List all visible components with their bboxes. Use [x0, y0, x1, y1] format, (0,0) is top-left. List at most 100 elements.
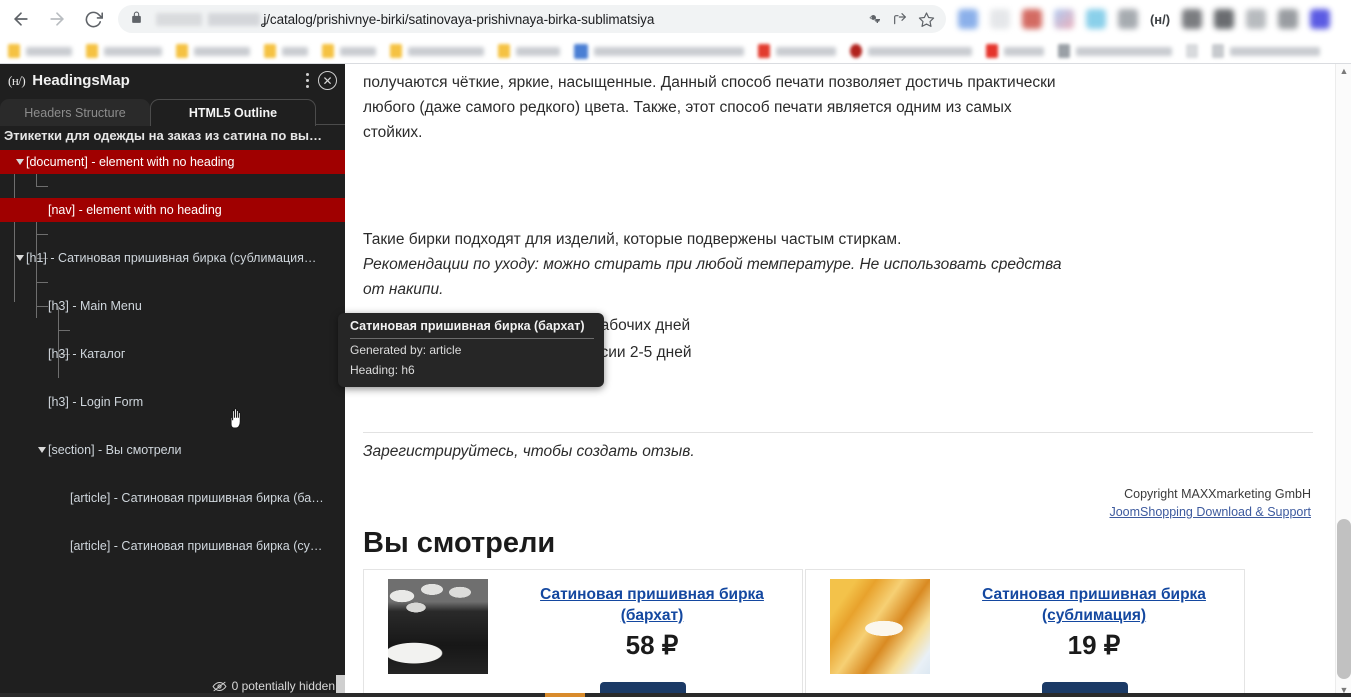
bookmark-item[interactable]: [390, 44, 484, 58]
bookmark-label: [26, 47, 72, 56]
forward-button[interactable]: [42, 4, 72, 34]
bookmark-label: [1004, 47, 1044, 56]
window-bottom-strip: [0, 693, 1351, 697]
bookmark-item[interactable]: [8, 44, 72, 58]
tree-node-label: [article] - Сатиновая пришивная бирка (с…: [70, 539, 322, 553]
reload-button[interactable]: [78, 4, 108, 34]
close-icon[interactable]: ✕: [318, 71, 337, 90]
bookmark-label: [868, 47, 972, 56]
tree-node-label: [h3] - Login Form: [48, 395, 143, 409]
product-image-velvet[interactable]: [388, 579, 488, 674]
bookmark-item[interactable]: [850, 44, 972, 58]
extension-icon-11[interactable]: [1278, 9, 1298, 29]
paragraph-line-2: любого (даже самого редкого) цвета. Такж…: [363, 95, 1012, 120]
paragraph-washing: Такие бирки подходят для изделий, которы…: [363, 227, 901, 252]
tab-headers-structure[interactable]: Headers Structure: [0, 99, 150, 126]
bookmark-label: [776, 47, 836, 56]
extensions-strip: (ʜ/): [952, 6, 1351, 32]
tree-node-nav[interactable]: [nav] - element with no heading: [0, 198, 345, 222]
bookmark-item[interactable]: [1058, 44, 1172, 58]
caret-down-icon[interactable]: [38, 447, 46, 453]
extension-icon-5[interactable]: [1086, 9, 1106, 29]
bookmark-item[interactable]: [264, 44, 308, 58]
bookmark-label: [104, 47, 162, 56]
address-bar[interactable]: ʝ/catalog/prishivnye-birki/satinovaya-pr…: [118, 5, 946, 33]
caret-down-icon[interactable]: [16, 255, 24, 261]
product-title-link[interactable]: Сатиновая пришивная бирка (сублимация): [956, 584, 1232, 626]
bookmark-item[interactable]: [1186, 44, 1198, 58]
bookmark-item[interactable]: [758, 44, 836, 58]
headingsmap-tabs: Headers Structure HTML5 Outline: [0, 97, 345, 126]
back-button[interactable]: [6, 4, 36, 34]
headingsmap-logo-icon: (ʜ/): [8, 73, 25, 89]
tree-node-h3-main-menu[interactable]: [h3] - Main Menu: [0, 294, 345, 318]
bookmark-item[interactable]: [1212, 44, 1320, 58]
product-card[interactable]: Сатиновая пришивная бирка (сублимация) 1…: [805, 569, 1245, 697]
extension-icon-8[interactable]: [1182, 9, 1202, 29]
bookmark-favicon-icon: [86, 44, 98, 58]
scrollbar-thumb[interactable]: [1337, 519, 1351, 679]
back-arrow-icon: [11, 9, 31, 29]
bottom-accent-marker: [545, 693, 585, 697]
browser-chrome: ʝ/catalog/prishivnye-birki/satinovaya-pr…: [0, 0, 1351, 64]
url-domain-redacted: [156, 13, 260, 26]
extension-icon-10[interactable]: [1246, 9, 1266, 29]
extension-icon-1[interactable]: [958, 9, 978, 29]
bookmark-item[interactable]: [986, 44, 1044, 58]
tree-node-h3-katalog[interactable]: [h3] - Каталог: [0, 342, 345, 366]
scrollbar-up-arrow-icon[interactable]: ▲: [1336, 64, 1351, 78]
bookmark-favicon-icon: [322, 44, 334, 58]
extension-icon-3[interactable]: [1022, 9, 1042, 29]
bookmark-label: [194, 47, 250, 56]
bookmark-label: [340, 47, 376, 56]
care-recommendation-line-1: Рекомендации по уходу: можно стирать при…: [363, 252, 1061, 277]
tooltip-heading-level: Heading: h6: [350, 361, 594, 379]
bookmark-label: [1076, 47, 1172, 56]
tree-node-label: [h3] - Main Menu: [48, 299, 142, 313]
product-title-link[interactable]: Сатиновая пришивная бирка (бархат): [514, 584, 790, 626]
tree-node-article-velvet[interactable]: [article] - Сатиновая пришивная бирка (б…: [0, 486, 332, 510]
tree-node-article-sublimation[interactable]: [article] - Сатиновая пришивная бирка (с…: [0, 534, 332, 558]
bookmarks-bar: [0, 38, 1351, 64]
forward-arrow-icon: [47, 9, 67, 29]
bookmark-item[interactable]: [574, 44, 744, 59]
bookmark-label: [408, 47, 484, 56]
bookmark-item[interactable]: [498, 44, 560, 58]
section-divider: [363, 432, 1313, 433]
share-icon[interactable]: [888, 7, 912, 31]
bookmark-label: [1230, 47, 1320, 56]
key-icon[interactable]: [862, 7, 886, 31]
bookmark-item[interactable]: [176, 44, 250, 58]
lock-icon: [130, 11, 146, 27]
tooltip-generated-by: Generated by: article: [350, 341, 594, 359]
headingsmap-menu-icon[interactable]: [300, 71, 314, 91]
extension-icon-9[interactable]: [1214, 9, 1234, 29]
url-path-text: ʝ/catalog/prishivnye-birki/satinovaya-pr…: [261, 12, 860, 27]
product-image-sublimation[interactable]: [830, 579, 930, 674]
product-card[interactable]: Сатиновая пришивная бирка (бархат) 58 ₽ …: [363, 569, 803, 697]
reload-icon: [84, 10, 103, 29]
product-price: 19 ₽: [956, 630, 1232, 661]
joomshopping-link[interactable]: JoomShopping Download & Support: [1109, 505, 1311, 519]
bookmark-item[interactable]: [86, 44, 162, 58]
viewed-products-grid: Сатиновая пришивная бирка (бархат) 58 ₽ …: [363, 569, 1313, 697]
tree-node-document[interactable]: [document] - element with no heading: [0, 150, 345, 174]
extension-icon-12[interactable]: [1310, 9, 1330, 29]
tree-node-h1[interactable]: [h1] - Сатиновая пришивная бирка (сублим…: [0, 246, 345, 270]
tab-html5-outline[interactable]: HTML5 Outline: [150, 99, 316, 126]
browser-toolbar: ʝ/catalog/prishivnye-birki/satinovaya-pr…: [0, 0, 1351, 38]
caret-down-icon[interactable]: [16, 159, 24, 165]
page-scrollbar[interactable]: ▲ ▼: [1335, 64, 1351, 697]
extension-icon-6[interactable]: [1118, 9, 1138, 29]
extension-icon-2[interactable]: [990, 9, 1010, 29]
tree-node-h3-login-form[interactable]: [h3] - Login Form: [0, 390, 345, 414]
bookmark-item[interactable]: [322, 44, 376, 58]
tree-node-section-viewed[interactable]: [section] - Вы смотрели: [0, 438, 345, 462]
headingsmap-extension-icon[interactable]: (ʜ/): [1150, 9, 1170, 29]
extension-icon-4[interactable]: [1054, 9, 1074, 29]
bookmark-favicon-icon: [176, 44, 188, 58]
viewed-section-title: Вы смотрели: [363, 527, 555, 560]
bookmark-star-icon[interactable]: [914, 7, 938, 31]
tree-node-label: [h1] - Сатиновая пришивная бирка (сублим…: [26, 251, 316, 265]
browser-menu-icon[interactable]: [1340, 6, 1351, 32]
